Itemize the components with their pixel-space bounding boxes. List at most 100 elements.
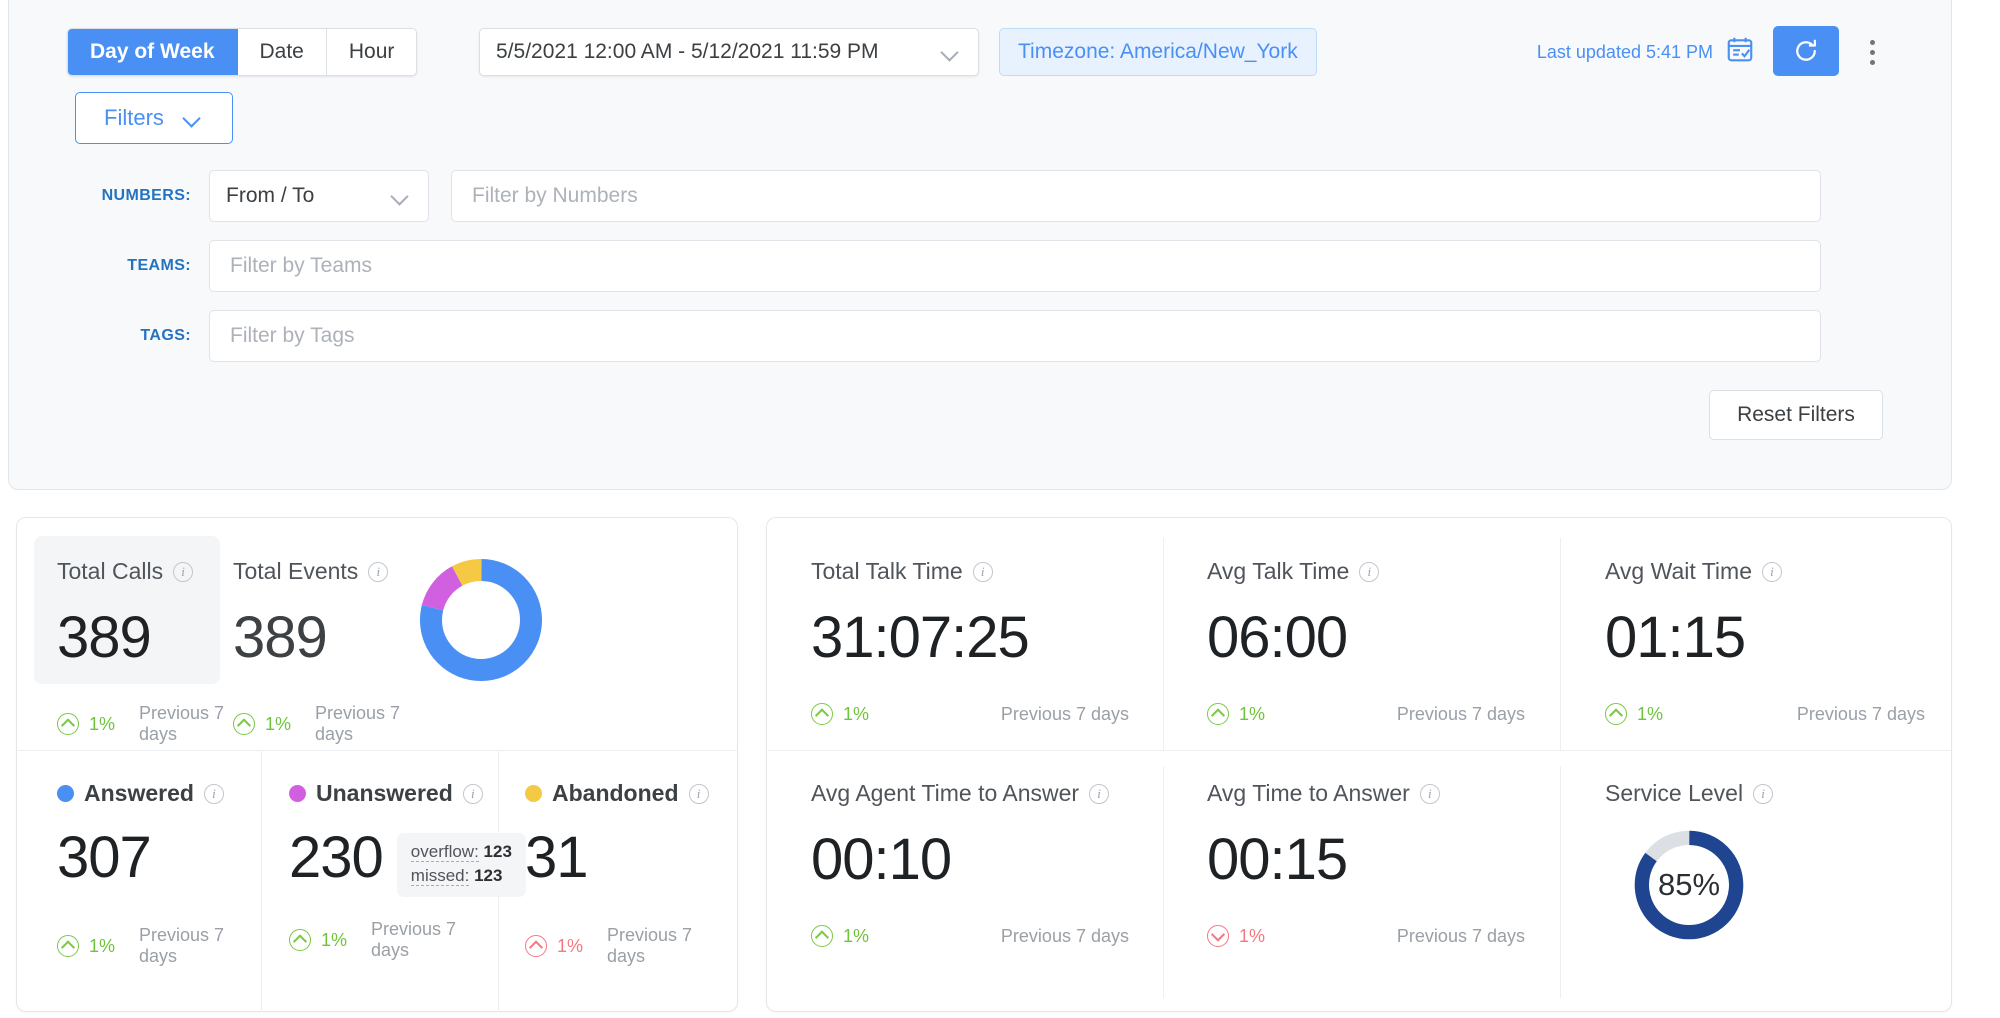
arrow-up-icon [289,929,311,951]
overflow-row: overflow: 123 [410,842,512,862]
missed-row: missed: 123 [410,866,512,886]
calls-summary-card: Total Calls i 389 1% Previous 7 days Tot… [16,517,738,1012]
stat-delta-period: Previous 7 days [371,919,457,960]
reset-filters-label: Reset Filters [1737,403,1855,426]
info-icon[interactable]: i [173,561,194,582]
filter-label-numbers: NUMBERS: [101,187,191,204]
stat-title: Answered [84,780,194,806]
filter-row-numbers: NUMBERS: From / To Filter by Numbers [9,170,1909,222]
numbers-direction-value: From / To [226,184,315,207]
date-range-picker[interactable]: 5/5/2021 12:00 AM - 5/12/2021 11:59 PM [479,28,979,76]
chevron-down-icon [390,185,412,207]
stat-delta: 1% Previous 7 days [1605,703,1935,725]
chevron-down-icon [182,107,204,129]
tab-date[interactable]: Date [237,29,327,75]
reset-filters-button[interactable]: Reset Filters [1709,390,1883,440]
info-icon[interactable]: i [462,783,483,804]
stat-delta: 1% Previous 7 days [811,925,1151,947]
stat-title-row: Avg Agent Time to Answer i [811,780,1151,807]
stat-delta-period: Previous 7 days [607,925,693,966]
stat-value: 06:00 [1207,605,1348,670]
info-icon[interactable]: i [1761,561,1782,582]
stat-delta: 1% Previous 7 days [289,919,489,961]
info-icon[interactable]: i [1089,783,1110,804]
stat-title: Total Calls [57,558,164,584]
arrow-up-icon [811,703,833,725]
stat-delta-period: Previous 7 days [1396,925,1525,946]
stat-delta-period: Previous 7 days [139,925,225,966]
missed-value: 123 [474,866,503,885]
stat-title-row: Avg Wait Time i [1605,558,1935,585]
legend-dot-unanswered [289,785,306,802]
stat-title: Avg Talk Time [1207,558,1350,584]
filter-label-teams: TEAMS: [127,257,191,274]
legend-dot-abandoned [525,785,542,802]
stat-title-row: Total Talk Time i [811,558,1151,585]
timezone-chip[interactable]: Timezone: America/New_York [999,28,1317,76]
info-icon[interactable]: i [1753,783,1774,804]
stat-delta-period: Previous 7 days [315,703,401,744]
info-icon[interactable]: i [688,783,709,804]
overflow-key: overflow: [410,842,479,862]
stat-value: 31:07:25 [811,605,1030,670]
more-vertical-icon [1869,59,1875,65]
stat-delta-pct: 1% [1239,703,1266,724]
filter-row-tags: TAGS: Filter by Tags [9,310,1909,362]
stat-delta: 1% Previous 7 days [57,703,227,745]
stat-avg-time-to-answer: Avg Time to Answer i 00:15 1% Previous 7… [1207,780,1547,947]
stat-delta-pct: 1% [843,703,870,724]
stat-delta: 1% Previous 7 days [525,925,725,967]
info-icon[interactable]: i [368,561,389,582]
stat-title-row: Service Level i [1605,780,1935,807]
chevron-down-icon [940,41,962,63]
granularity-segmented-control[interactable]: Day of Week Date Hour [67,28,418,76]
tab-day-of-week[interactable]: Day of Week [68,29,238,75]
stat-title: Abandoned [552,780,679,806]
teams-filter-input[interactable]: Filter by Teams [209,240,1821,292]
more-options-button[interactable] [1855,32,1889,72]
stat-total-events: Total Events i 389 1% Previous 7 days [233,558,423,745]
stat-delta: 1% Previous 7 days [1207,925,1547,947]
tags-filter-input[interactable]: Filter by Tags [209,310,1821,362]
dashboard-page: Day of Week Date Hour 5/5/2021 12:00 AM … [0,0,2000,1018]
numbers-filter-input[interactable]: Filter by Numbers [451,170,1821,222]
numbers-direction-select[interactable]: From / To [209,170,429,222]
refresh-button[interactable] [1773,26,1839,76]
info-icon[interactable]: i [1419,783,1440,804]
stats-area: Total Calls i 389 1% Previous 7 days Tot… [0,500,2000,1018]
call-outcome-donut-chart [415,554,547,686]
stat-delta-pct: 1% [1239,925,1266,946]
info-icon[interactable]: i [972,561,993,582]
stat-delta-pct: 1% [321,929,348,950]
tab-hour[interactable]: Hour [326,29,417,75]
stat-value: 01:15 [1605,605,1746,670]
stat-title: Service Level [1605,780,1744,806]
stat-title-row: Total Events i [233,558,423,585]
teams-filter-placeholder: Filter by Teams [230,254,372,277]
tags-filter-placeholder: Filter by Tags [230,324,355,347]
stat-delta-period: Previous 7 days [1000,925,1129,946]
stat-delta: 1% Previous 7 days [57,925,247,967]
filters-toggle-button[interactable]: Filters [75,92,233,144]
stat-value: 230 [289,825,384,890]
toolbar: Day of Week Date Hour 5/5/2021 12:00 AM … [9,0,1951,90]
divider [1163,538,1164,750]
stat-value: 389 [57,605,152,670]
stat-title: Avg Agent Time to Answer [811,780,1080,806]
filter-panel: Day of Week Date Hour 5/5/2021 12:00 AM … [8,0,1952,490]
last-updated-label: Last updated 5:41 PM [1536,42,1713,62]
arrow-up-icon [1207,703,1229,725]
stat-title: Avg Time to Answer [1207,780,1410,806]
divider [261,750,262,1012]
arrow-up-icon [1605,703,1627,725]
info-icon[interactable]: i [1359,561,1380,582]
stat-title: Unanswered [316,780,453,806]
stat-delta-period: Previous 7 days [1000,703,1129,724]
stat-delta-period: Previous 7 days [139,703,225,744]
arrow-up-icon [233,713,255,735]
divider [1560,766,1561,998]
info-icon[interactable]: i [203,783,224,804]
calendar-check-icon[interactable] [1725,34,1755,64]
more-vertical-icon [1869,39,1875,45]
stat-service-level: Service Level i 85% [1605,780,1935,945]
